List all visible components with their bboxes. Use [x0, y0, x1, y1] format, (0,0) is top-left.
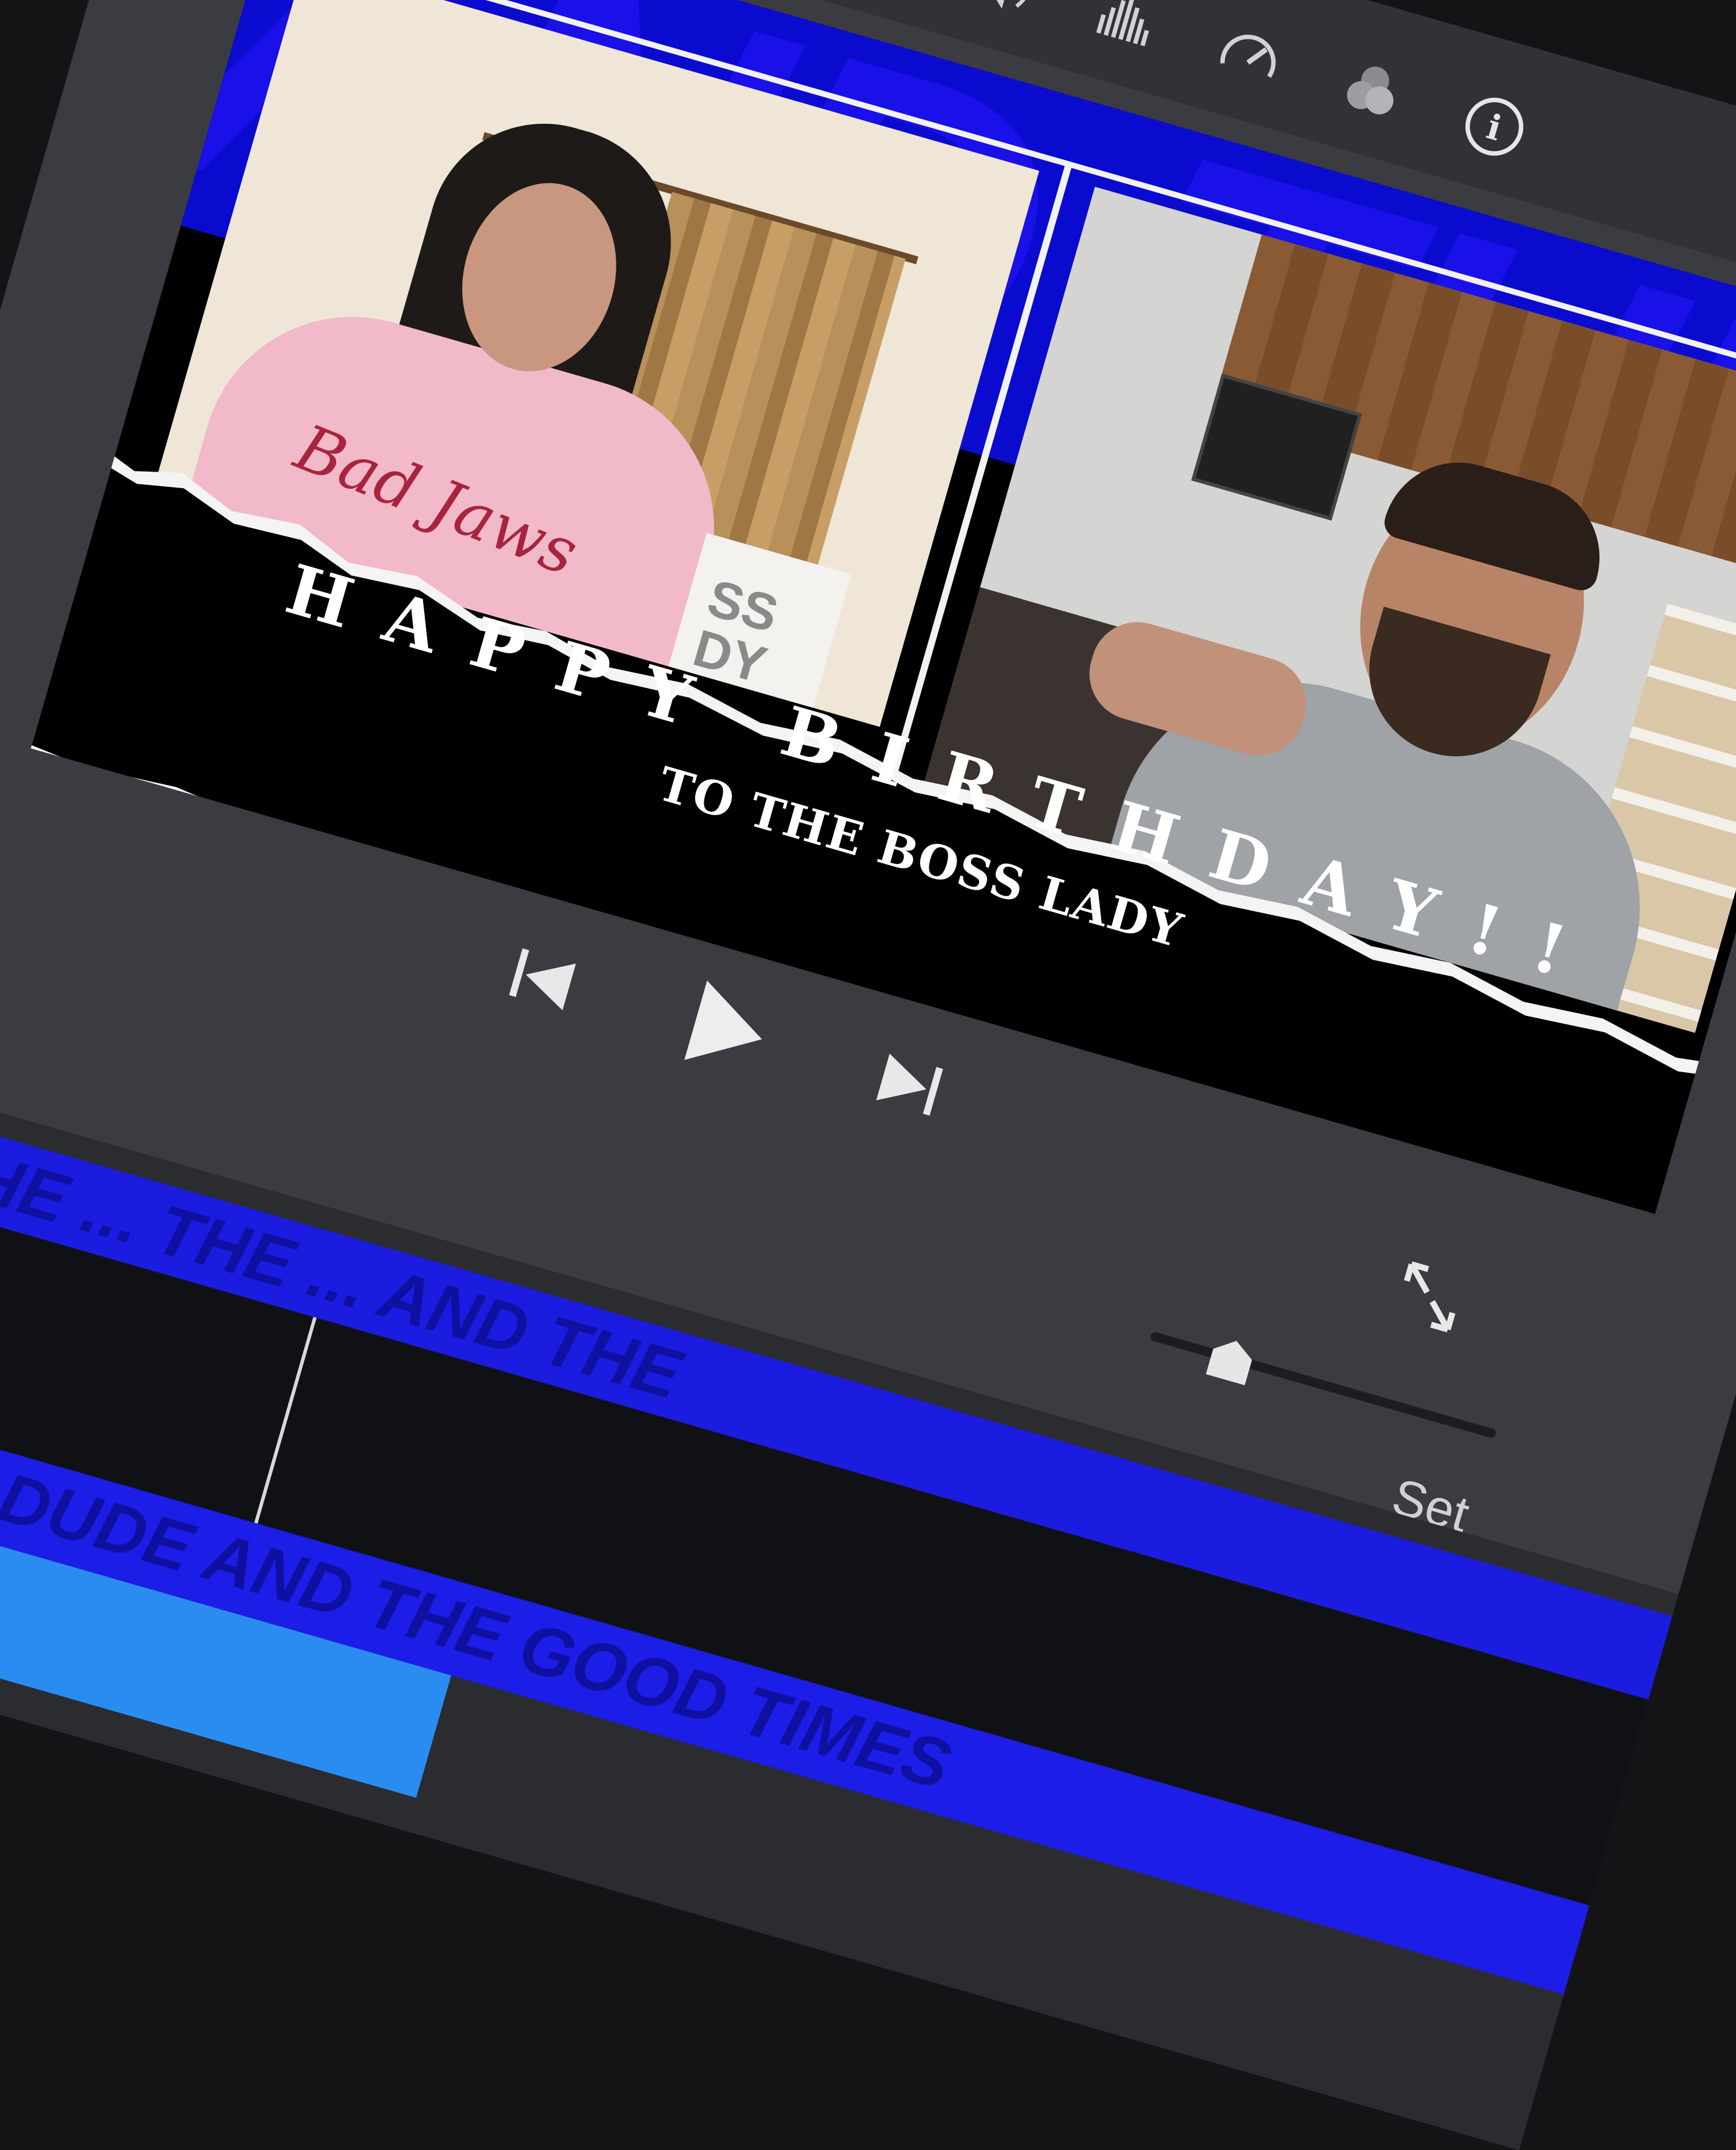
noise-reduction-icon[interactable]	[1088, 0, 1167, 61]
timeline[interactable]: AND THE ... THE ... AND THE AND THE DUDE…	[0, 1051, 1679, 2150]
volume-icon[interactable]	[965, 0, 1044, 25]
zoom-track[interactable]	[1149, 1331, 1497, 1439]
imovie-window: i AND THE Bad Jaws SS DY	[0, 0, 1736, 2150]
svg-text:i: i	[1482, 106, 1506, 149]
speed-icon[interactable]	[1210, 17, 1289, 96]
skip-forward-icon[interactable]	[867, 1041, 952, 1127]
play-icon[interactable]	[663, 967, 785, 1089]
skip-back-icon[interactable]	[499, 936, 585, 1022]
fullscreen-icon[interactable]	[1383, 1250, 1476, 1343]
zoom-thumb[interactable]	[1206, 1335, 1256, 1386]
info-icon[interactable]: i	[1455, 87, 1533, 166]
color-filter-icon[interactable]	[1333, 52, 1411, 131]
